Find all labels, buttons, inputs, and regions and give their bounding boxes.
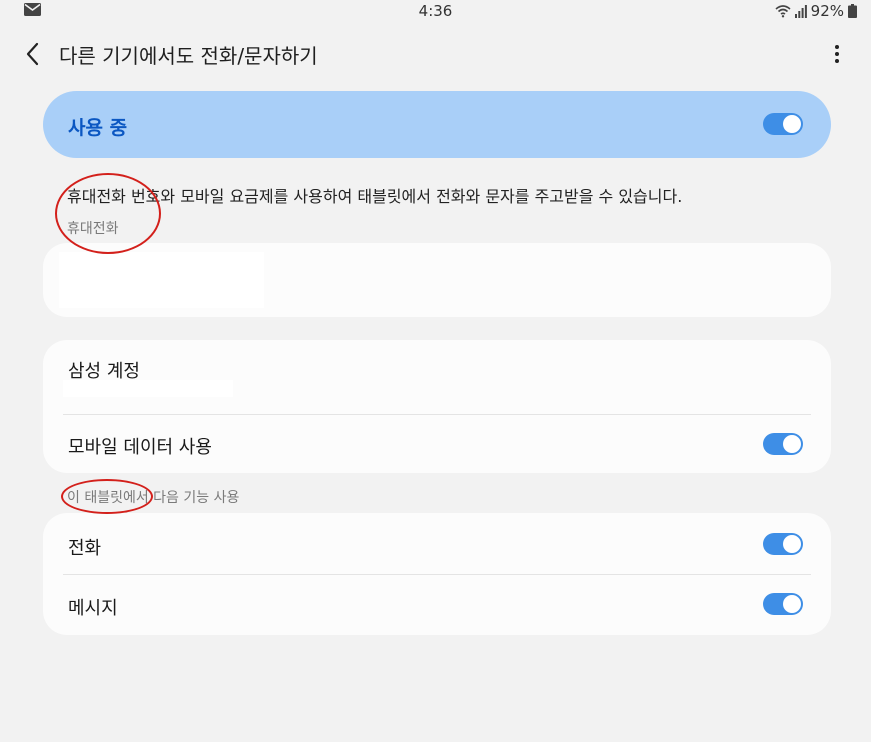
divider — [63, 574, 811, 575]
toggle-knob — [782, 114, 802, 134]
status-bar: 4:36 92% — [0, 0, 871, 22]
signal-icon — [794, 4, 807, 18]
redacted-account-email — [63, 380, 233, 397]
status-time: 4:36 — [418, 2, 453, 20]
mobile-data-toggle[interactable] — [763, 433, 803, 455]
toggle-knob — [782, 534, 802, 554]
call-feature-label: 전화 — [68, 538, 102, 559]
toggle-knob — [782, 434, 802, 454]
back-arrow-icon[interactable] — [20, 40, 48, 68]
toggle-knob — [782, 594, 802, 614]
mobile-data-label: 모바일 데이터 사용 — [68, 437, 212, 458]
master-switch-bar[interactable]: 사용 중 — [43, 91, 831, 158]
redacted-phone-info — [59, 252, 264, 308]
app-bar: 다른 기기에서도 전화/문자하기 — [0, 30, 871, 78]
wifi-icon — [775, 5, 791, 18]
account-card: 삼성 계정 모바일 데이터 사용 — [43, 340, 831, 473]
status-right: 92% — [775, 2, 857, 20]
phone-section-header: 휴대전화 — [67, 221, 119, 237]
phone-card[interactable] — [43, 243, 831, 317]
description-text: 휴대전화 번호와 모바일 요금제를 사용하여 태블릿에서 전화와 문자를 주고받… — [67, 187, 683, 206]
features-section-header: 이 태블릿에서 다음 기능 사용 — [67, 490, 240, 506]
more-options-icon[interactable] — [827, 40, 847, 68]
features-card: 전화 메시지 — [43, 513, 831, 635]
master-switch-label: 사용 중 — [68, 117, 128, 139]
battery-percent: 92% — [810, 2, 844, 20]
message-feature-toggle[interactable] — [763, 593, 803, 615]
battery-icon — [848, 4, 857, 18]
call-feature-toggle[interactable] — [763, 533, 803, 555]
page-title: 다른 기기에서도 전화/문자하기 — [59, 44, 318, 68]
master-toggle[interactable] — [763, 113, 803, 135]
divider — [63, 414, 811, 415]
message-feature-label: 메시지 — [68, 598, 118, 619]
